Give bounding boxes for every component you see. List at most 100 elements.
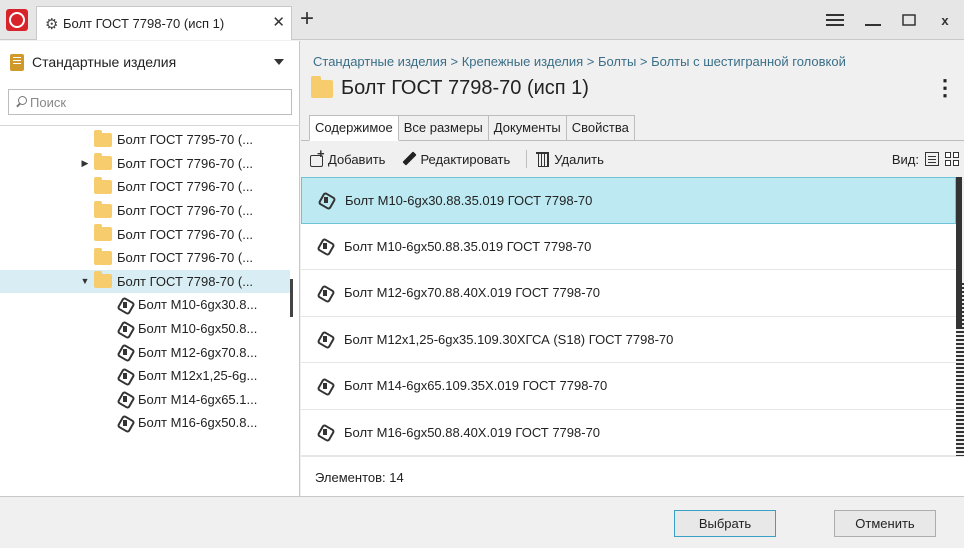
view-switcher: Вид: [315, 151, 964, 548]
expand-arrow-icon[interactable]: ▶ [80, 158, 90, 169]
table-view-icon[interactable] [925, 152, 939, 166]
tree-label: Болт М10-6gх30.8... [138, 297, 258, 313]
list-item[interactable]: Болт М16-6gх50.88.40Х.019 ГОСТ 7798-70 [301, 410, 956, 456]
document-tab[interactable]: ⚙ Болт ГОСТ 7798-70 (исп 1) ✕ [36, 6, 292, 40]
list-item-label: Болт М12-6gх70.88.40Х.019 ГОСТ 7798-70 [344, 285, 601, 301]
view-label: Вид: [891, 151, 919, 167]
collapse-arrow-icon[interactable]: ▼ [80, 276, 90, 286]
item-count: Элементов: 14 [301, 456, 964, 497]
tree-label: Болт М10-6gх50.8... [138, 321, 258, 337]
add-tab-button[interactable]: + [300, 6, 314, 32]
add-button-label: Добавить [328, 151, 386, 167]
library-panel: Стандартные изделия Болт ГОСТ 7795-70 (.… [0, 41, 300, 496]
tree-label: Болт ГОСТ 7795-70 (... [117, 132, 254, 148]
tree-label: Болт ГОСТ 7796-70 (... [117, 155, 254, 171]
tree-item-row[interactable]: Болт М16-6gх50.8... [0, 411, 290, 435]
list-item[interactable]: Болт М12х1,25-6gх35.109.30ХГСА (S18) ГОС… [301, 317, 956, 363]
folder-icon [94, 153, 112, 171]
library-dropdown[interactable]: Стандартные изделия [8, 49, 292, 75]
select-button[interactable]: Выбрать [674, 510, 776, 537]
bolt-icon [318, 286, 332, 300]
cancel-button[interactable]: Отменить [834, 510, 936, 537]
tree-item-row[interactable]: Болт М12х1,25-6g... [0, 364, 290, 388]
app-logo-icon[interactable] [6, 9, 28, 31]
part-icon: ⚙ [45, 15, 59, 33]
more-options-icon[interactable]: ⋮ [934, 77, 956, 99]
tree-folder-row[interactable]: Болт ГОСТ 7796-70 (... [0, 199, 290, 223]
toolbar-divider [526, 150, 528, 168]
content-panel: Стандартные изделия > Крепежные изделия … [301, 41, 964, 548]
bolt-icon [318, 332, 332, 346]
close-window-button[interactable]: x [930, 8, 960, 32]
tree-folder-row[interactable]: Болт ГОСТ 7796-70 (... [0, 175, 290, 199]
list-item[interactable]: Болт М10-6gх30.88.35.019 ГОСТ 7798-70 [301, 177, 956, 224]
tab-all-sizes[interactable]: Все размеры [398, 115, 489, 141]
add-button[interactable]: Добавить [309, 146, 386, 167]
tree-label: Болт ГОСТ 7796-70 (... [117, 203, 254, 219]
edit-button-label: Редактировать [420, 151, 511, 167]
tab-properties[interactable]: Свойства [566, 115, 635, 141]
bolt-icon [118, 322, 132, 336]
list-item[interactable]: Болт М14-6gх65.109.35Х.019 ГОСТ 7798-70 [301, 363, 956, 410]
tab-contents[interactable]: Содержимое [309, 115, 399, 141]
bolt-icon [118, 345, 132, 359]
folder-icon [94, 129, 112, 147]
list-item-label: Болт М10-6gх50.88.35.019 ГОСТ 7798-70 [344, 238, 592, 254]
maximize-button[interactable] [894, 8, 924, 32]
tree-label: Болт М16-6gх50.8... [138, 415, 258, 431]
tree-folder-row[interactable]: Болт ГОСТ 7796-70 (... [0, 222, 290, 246]
search-icon [15, 96, 27, 108]
tree-item-row[interactable]: Болт М12-6gх70.8... [0, 340, 290, 364]
tree-item-row[interactable]: Болт М14-6gх65.1... [0, 388, 290, 412]
bolt-icon [318, 425, 332, 439]
tree-label: Болт ГОСТ 7798-70 (... [117, 273, 254, 289]
list-item[interactable]: Болт М10-6gх50.88.35.019 ГОСТ 7798-70 [301, 224, 956, 270]
list-item[interactable]: Болт М12-6gх70.88.40Х.019 ГОСТ 7798-70 [301, 270, 956, 317]
tree-label: Болт ГОСТ 7796-70 (... [117, 226, 254, 242]
tree-folder-row[interactable]: Болт ГОСТ 7796-70 (... [0, 246, 290, 270]
trash-icon [535, 151, 551, 167]
breadcrumb[interactable]: Стандартные изделия > Крепежные изделия … [313, 54, 846, 69]
tree-label: Болт М12х1,25-6g... [138, 368, 258, 384]
bolt-icon [118, 298, 132, 312]
minimize-button[interactable] [858, 8, 888, 32]
tree-folder-row[interactable]: Болт ГОСТ 7795-70 (... [0, 128, 290, 152]
list-item-label: Болт М14-6gх65.109.35Х.019 ГОСТ 7798-70 [344, 378, 608, 394]
library-dropdown-label: Стандартные изделия [32, 54, 177, 70]
search-box[interactable] [8, 89, 292, 115]
folder-icon [94, 176, 112, 194]
tab-documents[interactable]: Документы [488, 115, 567, 141]
edit-button[interactable]: Редактировать [401, 151, 510, 167]
dialog-footer: Выбрать Отменить [0, 496, 964, 548]
folder-icon [94, 224, 112, 242]
tree-folder-row[interactable]: ▶ Болт ГОСТ 7796-70 (... [0, 152, 290, 176]
bolt-icon [118, 369, 132, 383]
bolt-icon [118, 416, 132, 430]
tree-folder-row[interactable]: ▼ Болт ГОСТ 7798-70 (... [0, 269, 290, 294]
library-book-icon [10, 53, 24, 71]
divider [0, 125, 300, 126]
menu-icon[interactable] [820, 8, 850, 32]
bolt-icon [118, 392, 132, 406]
document-tab-label: Болт ГОСТ 7798-70 (исп 1) [63, 16, 225, 31]
add-icon [309, 146, 325, 167]
delete-button[interactable]: Удалить [535, 151, 604, 167]
pencil-icon [401, 151, 417, 167]
tree-item-row[interactable]: Болт М10-6gх50.8... [0, 317, 290, 341]
title-bar: ⚙ Болт ГОСТ 7798-70 (исп 1) ✕ + x [0, 0, 964, 40]
tree-scrollbar[interactable] [290, 279, 293, 317]
close-tab-icon[interactable]: ✕ [272, 13, 285, 31]
tree-label: Болт М12-6gх70.8... [138, 344, 258, 360]
list-scrollbar[interactable] [956, 177, 962, 327]
search-input[interactable] [30, 94, 270, 110]
tree-item-row[interactable]: Болт М10-6gх30.8... [0, 293, 290, 317]
chevron-down-icon [274, 59, 284, 65]
folder-icon [94, 247, 112, 265]
tree-label: Болт М14-6gх65.1... [138, 391, 258, 407]
bolt-icon [319, 193, 333, 207]
grid-view-icon[interactable] [945, 152, 959, 166]
folder-icon [94, 200, 112, 218]
library-tree: Болт ГОСТ 7795-70 (... ▶ Болт ГОСТ 7796-70… [0, 128, 290, 435]
tree-label: Болт ГОСТ 7796-70 (... [117, 179, 254, 195]
tab-bar: Содержимое Все размеры Документы Свойств… [309, 115, 635, 141]
